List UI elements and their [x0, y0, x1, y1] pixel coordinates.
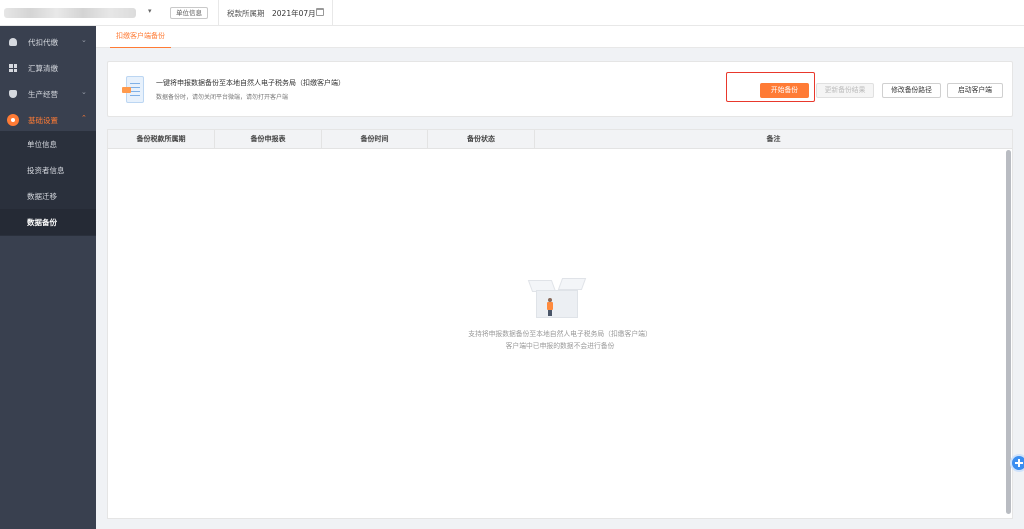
- update-backup-result-button[interactable]: 更新备份结果: [816, 83, 874, 98]
- sidebar-item-basic-settings[interactable]: 基础设置 ⌃: [0, 107, 96, 133]
- column-header: 备份状态: [428, 130, 535, 149]
- caret-down-icon[interactable]: ▾: [148, 7, 152, 15]
- top-bar: ▾ 单位信息 税款所属期 2021年07月: [0, 0, 1024, 26]
- tab-bar: 扣缴客户端备份: [96, 26, 1024, 48]
- unit-info-button[interactable]: 单位信息: [170, 7, 208, 19]
- grid-icon: [9, 64, 17, 72]
- sidebar: 代扣代缴 ⌄ 汇算清缴 生产经营 ⌄ 基础设置 ⌃ 单位信息 投资者信息 数据迁…: [0, 26, 96, 529]
- chevron-up-icon: ⌃: [81, 114, 87, 122]
- empty-state-text: 支持将申报数据备份至本地自然人电子税务局（扣缴客户端）: [468, 330, 652, 338]
- submenu-label: 单位信息: [27, 140, 57, 149]
- submenu-label: 数据备份: [27, 218, 57, 227]
- chevron-down-icon: ⌄: [81, 88, 87, 96]
- column-header: 备份时间: [322, 130, 428, 149]
- chevron-down-icon: ⌄: [81, 36, 87, 44]
- submenu-item-data-backup[interactable]: 数据备份: [0, 209, 96, 235]
- period-value[interactable]: 2021年07月: [272, 8, 316, 19]
- column-header: 备份税款所属期: [108, 130, 215, 149]
- calendar-icon[interactable]: [316, 8, 324, 16]
- divider: [332, 0, 333, 26]
- add-float-icon[interactable]: [1010, 454, 1024, 472]
- modify-backup-path-button[interactable]: 修改备份路径: [882, 83, 941, 98]
- card-subtitle: 数据备份时，请勿关闭平台微端，请勿打开客户端: [156, 94, 289, 101]
- divider: [218, 0, 219, 26]
- empty-box-illustration: [527, 276, 588, 324]
- submenu-item-unit-info[interactable]: 单位信息: [0, 131, 96, 157]
- submenu-item-investor-info[interactable]: 投资者信息: [0, 157, 96, 183]
- sidebar-item-label: 基础设置: [28, 116, 58, 125]
- sidebar-item-label: 生产经营: [28, 90, 58, 99]
- sidebar-item-label: 汇算清缴: [28, 64, 58, 73]
- empty-state-text: 客户端中已申报的数据不会进行备份: [505, 342, 615, 350]
- period-label: 税款所属期: [227, 9, 265, 18]
- submenu-label: 投资者信息: [27, 166, 65, 175]
- gear-icon: [7, 114, 19, 126]
- submenu-item-data-migration[interactable]: 数据迁移: [0, 183, 96, 209]
- start-backup-button[interactable]: 开始备份: [760, 83, 809, 98]
- card-title: 一键将申报数据备份至本地自然人电子税务局（扣缴客户端）: [156, 79, 345, 87]
- column-header: 备份申报表: [215, 130, 322, 149]
- user-icon: [9, 38, 17, 46]
- backup-table: 备份税款所属期 备份申报表 备份时间 备份状态 备注 支持将申报数据备份至本地自…: [107, 129, 1013, 519]
- sidebar-item-withholding[interactable]: 代扣代缴 ⌄: [0, 29, 96, 55]
- sidebar-item-label: 代扣代缴: [28, 38, 58, 47]
- sidebar-item-annual-settlement[interactable]: 汇算清缴: [0, 55, 96, 81]
- document-transfer-icon: [122, 76, 144, 103]
- submenu-label: 数据迁移: [27, 192, 57, 201]
- column-header: 备注: [766, 135, 781, 143]
- submenu: 单位信息 投资者信息 数据迁移 数据备份: [0, 131, 96, 236]
- bag-icon: [9, 90, 17, 98]
- sidebar-item-business[interactable]: 生产经营 ⌄: [0, 81, 96, 107]
- launch-client-button[interactable]: 启动客户端: [947, 83, 1003, 98]
- company-name-blurred[interactable]: [4, 8, 136, 18]
- tab-client-backup[interactable]: 扣缴客户端备份: [110, 26, 171, 48]
- backup-info-card: 一键将申报数据备份至本地自然人电子税务局（扣缴客户端） 数据备份时，请勿关闭平台…: [107, 61, 1013, 117]
- table-header: 备份税款所属期 备份申报表 备份时间 备份状态 备注: [108, 130, 1012, 149]
